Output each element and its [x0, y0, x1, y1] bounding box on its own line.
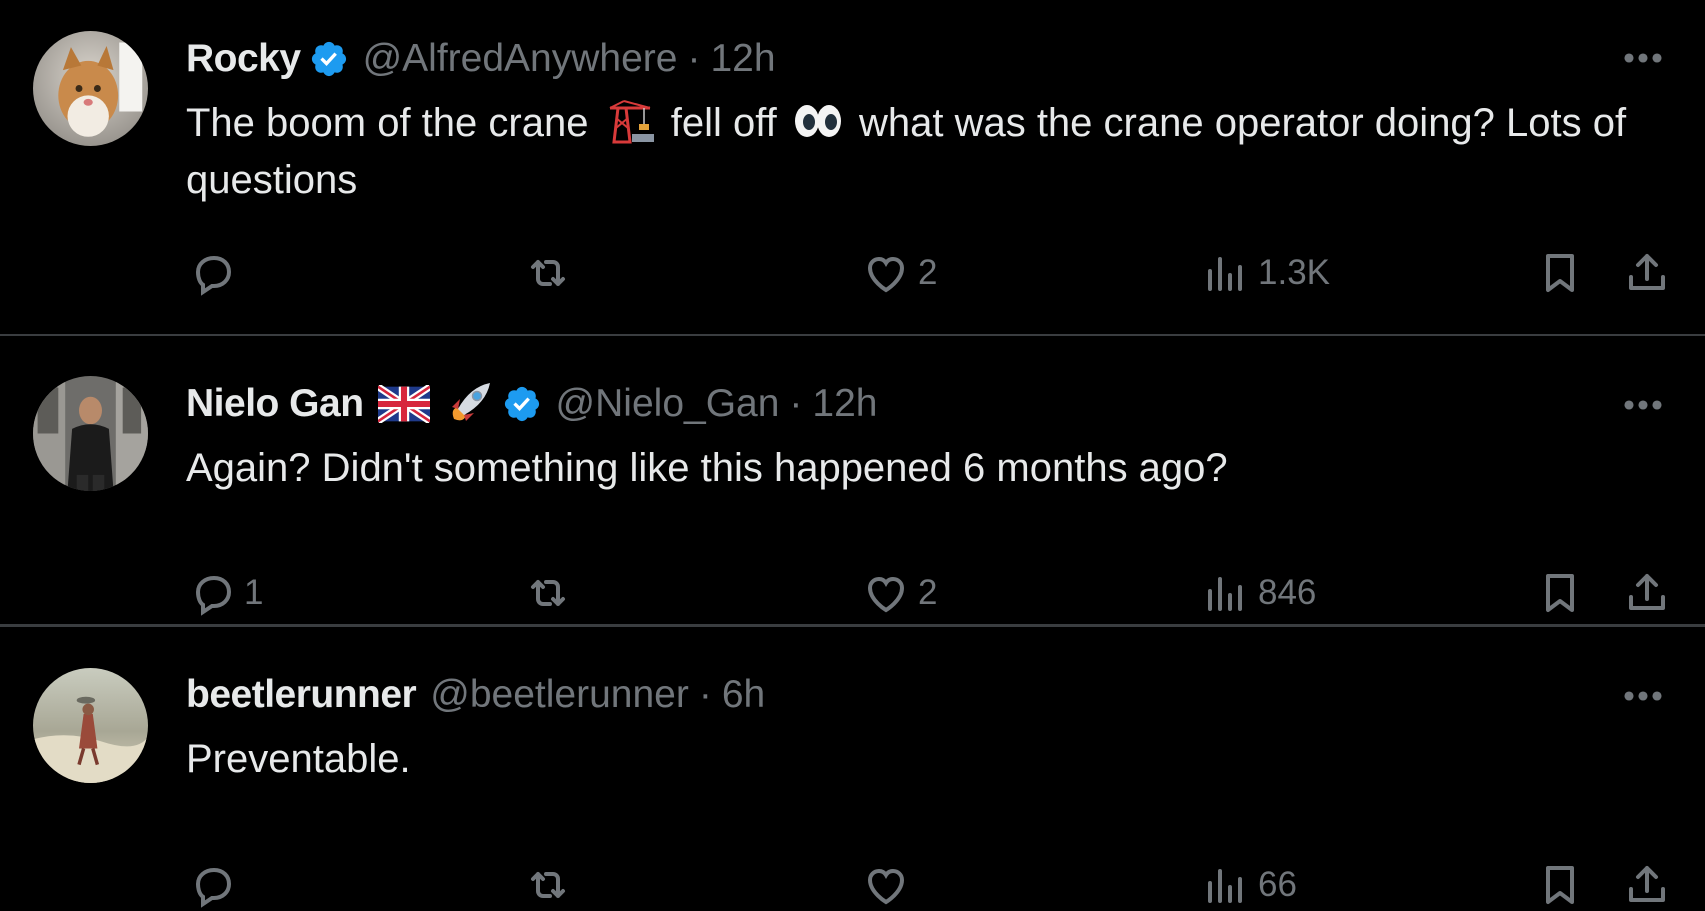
eyes-emoji-icon: [792, 98, 844, 144]
timestamp[interactable]: 12h: [710, 37, 775, 81]
tweet-text-part: The boom of the crane: [186, 101, 589, 145]
like-icon: [867, 256, 905, 293]
reply-button[interactable]: [188, 855, 244, 911]
separator: ·: [687, 37, 701, 80]
like-button[interactable]: 2: [862, 563, 937, 623]
views-count: 66: [1258, 865, 1297, 904]
separator: ·: [698, 673, 712, 716]
share-icon: [1629, 866, 1665, 902]
avatar[interactable]: [33, 376, 148, 491]
display-name[interactable]: Nielo Gan: [186, 382, 364, 426]
bookmark-icon: [1546, 574, 1574, 612]
bookmark-button[interactable]: [1536, 855, 1584, 911]
views-button[interactable]: 1.3K: [1202, 243, 1330, 303]
bookmark-button[interactable]: [1536, 563, 1584, 623]
views-icon: [1208, 577, 1242, 611]
share-button[interactable]: [1623, 563, 1671, 623]
handle[interactable]: @Nielo_Gan: [556, 382, 780, 426]
views-count: 846: [1258, 573, 1317, 612]
more-icon[interactable]: [1617, 38, 1669, 78]
tweet-actions: 1 2 846: [0, 563, 1705, 623]
like-button[interactable]: 2: [862, 243, 937, 303]
like-count: 2: [918, 253, 938, 292]
tweet-header: Rocky @AlfredAnywhere · 12h: [186, 34, 776, 84]
like-button[interactable]: [862, 855, 918, 911]
handle[interactable]: @beetlerunner: [430, 673, 689, 717]
reply-icon: [195, 867, 232, 908]
views-icon: [1208, 257, 1242, 291]
retweet-icon: [531, 580, 565, 606]
more-icon[interactable]: [1617, 676, 1669, 716]
share-icon: [1629, 254, 1665, 290]
verified-badge-icon: [502, 384, 542, 424]
tweet-text: Again? Didn't something like this happen…: [186, 446, 1228, 490]
tweet[interactable]: Nielo Gan @Nielo_Gan · 12h Again? Didn't…: [0, 338, 1705, 627]
tweet-text: Preventable.: [186, 737, 411, 781]
separator: ·: [789, 382, 803, 425]
crane-emoji-icon: [604, 98, 656, 144]
reply-icon: [195, 575, 232, 616]
share-icon: [1629, 574, 1665, 610]
tweet[interactable]: Rocky @AlfredAnywhere · 12h The boom of …: [0, 0, 1705, 336]
retweet-button[interactable]: [524, 563, 572, 623]
bookmark-icon: [1546, 254, 1574, 292]
tweet[interactable]: beetlerunner @beetlerunner · 6h Preventa…: [0, 630, 1705, 911]
views-icon: [1208, 869, 1242, 903]
display-name[interactable]: beetlerunner: [186, 673, 417, 717]
timestamp[interactable]: 12h: [812, 382, 877, 426]
handle[interactable]: @AlfredAnywhere: [363, 37, 678, 81]
reply-count: 1: [244, 573, 264, 612]
retweet-icon: [531, 872, 565, 898]
bookmark-button[interactable]: [1536, 243, 1584, 303]
views-button[interactable]: 66: [1202, 855, 1297, 911]
tweet-text-part: fell off: [670, 101, 777, 145]
reply-icon: [195, 255, 232, 296]
reply-feed: Rocky @AlfredAnywhere · 12h The boom of …: [0, 0, 1705, 911]
reply-button[interactable]: 1: [188, 563, 263, 623]
tweet-actions: 2 1.3K: [0, 243, 1705, 303]
avatar[interactable]: [33, 31, 148, 146]
tweet-header: beetlerunner @beetlerunner · 6h: [186, 670, 765, 720]
views-count: 1.3K: [1258, 253, 1330, 292]
avatar[interactable]: [33, 668, 148, 783]
retweet-icon: [531, 260, 565, 286]
share-button[interactable]: [1623, 855, 1671, 911]
display-name[interactable]: Rocky: [186, 37, 301, 81]
uk-flag-emoji-icon: [375, 383, 432, 425]
tweet-actions: 66: [0, 855, 1705, 911]
like-icon: [867, 868, 905, 905]
tweet-text: The boom of the crane fell off what was …: [186, 95, 1666, 209]
bookmark-icon: [1546, 866, 1574, 904]
timestamp[interactable]: 6h: [722, 673, 765, 717]
retweet-button[interactable]: [524, 855, 572, 911]
more-icon[interactable]: [1617, 385, 1669, 425]
share-button[interactable]: [1623, 243, 1671, 303]
retweet-button[interactable]: [524, 243, 572, 303]
verified-badge-icon: [309, 39, 349, 79]
reply-button[interactable]: [188, 243, 244, 303]
rocket-emoji-icon: [444, 379, 494, 429]
views-button[interactable]: 846: [1202, 563, 1316, 623]
like-icon: [867, 576, 905, 613]
like-count: 2: [918, 573, 938, 612]
tweet-header: Nielo Gan @Nielo_Gan · 12h: [186, 379, 878, 429]
